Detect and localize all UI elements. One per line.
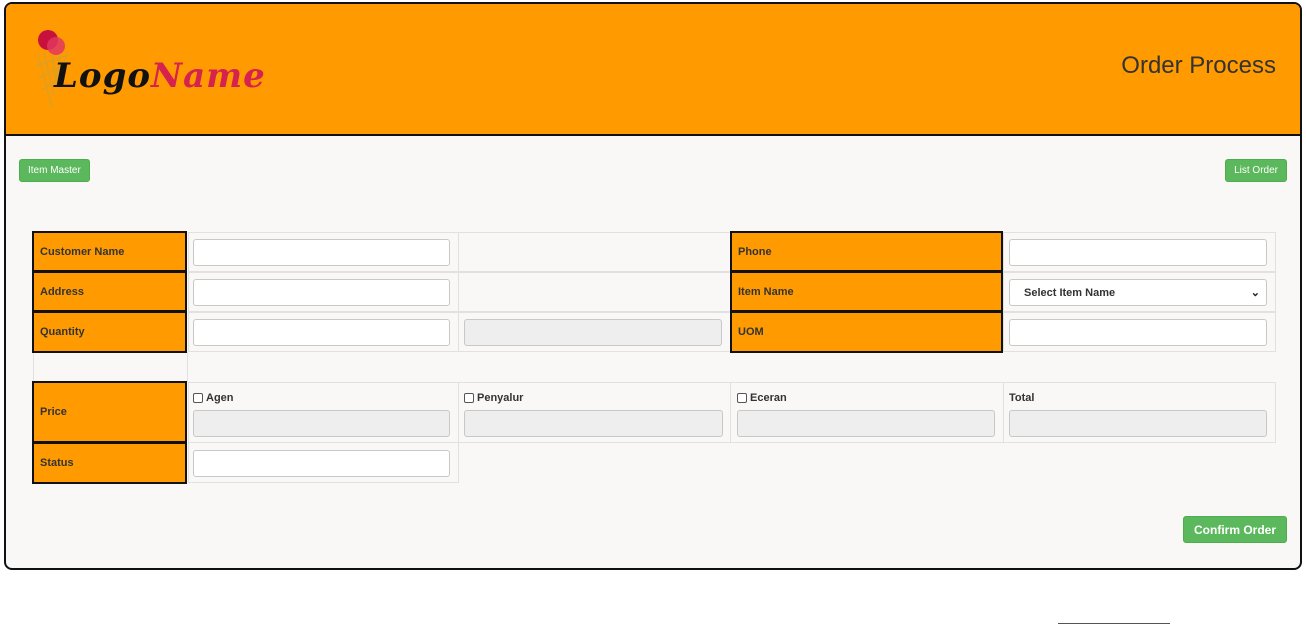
page-header: LogoName Order Process <box>6 4 1300 136</box>
confirm-order-button[interactable]: Confirm Order <box>1183 516 1288 543</box>
grid-cell <box>458 232 731 272</box>
agen-option[interactable]: Agen <box>193 392 234 404</box>
list-order-button[interactable]: List Order <box>1225 159 1287 182</box>
eceran-checkbox[interactable] <box>737 393 747 403</box>
customer-name-input[interactable] <box>193 239 450 266</box>
uom-label: UOM <box>730 311 1003 353</box>
price-label: Price <box>32 381 187 443</box>
penyalur-label: Penyalur <box>477 392 524 404</box>
phone-label: Phone <box>730 231 1003 272</box>
chevron-down-icon: ⌄ <box>1250 287 1260 299</box>
status-label: Status <box>32 442 187 484</box>
footer-divider <box>1058 623 1170 624</box>
logo: LogoName <box>26 26 265 114</box>
item-name-select-value: Select Item Name <box>1024 286 1116 299</box>
eceran-price-field <box>737 410 995 437</box>
agen-checkbox[interactable] <box>193 393 203 403</box>
quantity-input[interactable] <box>193 319 450 346</box>
item-name-select[interactable]: Select Item Name ⌄ <box>1009 279 1267 306</box>
grid-cell <box>33 352 188 382</box>
penyalur-price-field <box>464 410 723 437</box>
status-input[interactable] <box>193 450 450 477</box>
penyalur-checkbox[interactable] <box>464 393 474 403</box>
grid-cell <box>458 272 731 312</box>
address-input[interactable] <box>193 279 450 306</box>
phone-input[interactable] <box>1009 239 1267 266</box>
customer-name-label: Customer Name <box>32 231 187 272</box>
address-label: Address <box>32 271 187 312</box>
page-title: Order Process <box>1121 52 1276 79</box>
total-label-text: Total <box>1009 392 1035 404</box>
logo-text: LogoName <box>54 56 266 96</box>
item-master-button[interactable]: Item Master <box>19 159 90 182</box>
eceran-label: Eceran <box>750 392 787 404</box>
total-field <box>1009 410 1267 437</box>
penyalur-option[interactable]: Penyalur <box>464 392 523 404</box>
total-label: Total <box>1009 392 1034 404</box>
order-panel: LogoName Order Process Item Master List … <box>4 2 1302 570</box>
quantity-label: Quantity <box>32 311 187 353</box>
uom-input[interactable] <box>1009 319 1267 346</box>
agen-price-field <box>193 410 450 437</box>
eceran-option[interactable]: Eceran <box>737 392 787 404</box>
item-name-label: Item Name <box>730 271 1003 312</box>
agen-label: Agen <box>206 392 234 404</box>
quantity-readonly-field <box>464 319 722 346</box>
